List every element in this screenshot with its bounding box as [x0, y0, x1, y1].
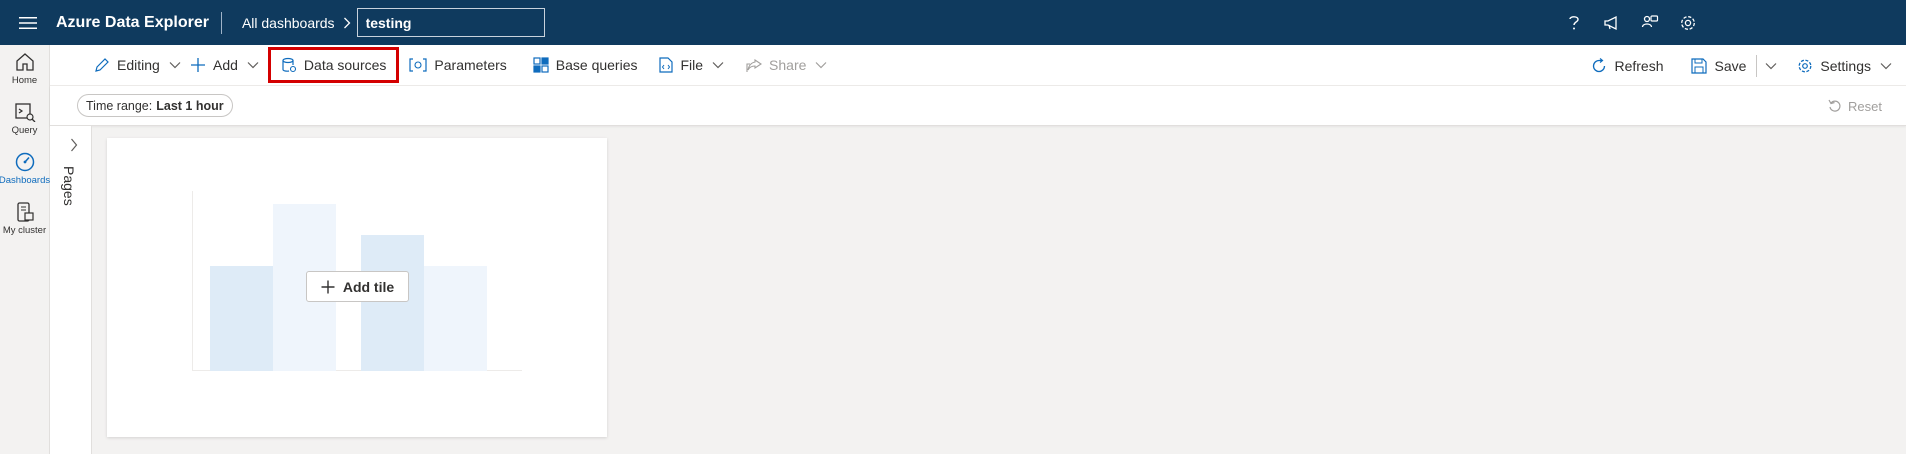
breadcrumb-all-dashboards[interactable]: All dashboards: [242, 15, 335, 31]
base-queries-label: Base queries: [555, 57, 638, 73]
nav-my-cluster-label: My cluster: [2, 225, 47, 236]
settings-label: Settings: [1820, 57, 1871, 74]
home-icon: [14, 52, 36, 72]
nav-home[interactable]: Home: [0, 45, 49, 95]
file-label: File: [680, 57, 704, 73]
nav-query[interactable]: Query: [0, 95, 49, 145]
nav-home-label: Home: [11, 75, 38, 86]
share-icon: [746, 57, 763, 73]
chevron-down-icon: [712, 61, 724, 69]
dashboard-name-input[interactable]: [356, 8, 545, 37]
plus-icon: [321, 280, 335, 294]
add-tile-button[interactable]: Add tile: [306, 271, 409, 302]
nav-query-label: Query: [11, 125, 38, 136]
chevron-right-icon: [343, 17, 351, 29]
dashboard-toolbar: Editing Add Data sources Parameters Base…: [50, 45, 1906, 86]
parameters-icon: [409, 58, 428, 72]
plus-icon: [190, 57, 206, 73]
feedback-icon[interactable]: [1640, 13, 1660, 33]
refresh-label: Refresh: [1614, 57, 1664, 74]
nav-dashboards-label: Dashboards: [0, 175, 51, 186]
placeholder-bar: [210, 266, 273, 371]
share-label: Share: [769, 57, 807, 73]
refresh-icon: [1591, 57, 1607, 74]
save-options-dropdown[interactable]: [1759, 51, 1783, 81]
expand-pages-chevron-icon[interactable]: [70, 138, 78, 152]
placeholder-bar: [361, 235, 424, 371]
undo-icon: [1828, 99, 1842, 113]
app-title: Azure Data Explorer: [56, 11, 222, 34]
query-icon: [14, 102, 36, 122]
file-icon: [659, 57, 674, 73]
add-tile-label: Add tile: [342, 278, 395, 295]
pencil-icon: [94, 57, 110, 73]
reset-button[interactable]: Reset: [1828, 94, 1882, 118]
empty-dashboard-card: Add tile: [107, 138, 607, 437]
parameters-label: Parameters: [434, 57, 507, 73]
nav-dashboards[interactable]: Dashboards: [0, 145, 51, 195]
save-label: Save: [1714, 57, 1747, 74]
placeholder-axis-y: [192, 191, 193, 371]
save-button[interactable]: Save: [1683, 51, 1754, 81]
gear-icon: [1797, 58, 1813, 74]
announcement-icon[interactable]: [1602, 13, 1622, 33]
add-button[interactable]: Add: [182, 50, 267, 80]
data-sources-label: Data sources: [303, 57, 387, 73]
parameters-button[interactable]: Parameters: [401, 50, 514, 80]
file-button[interactable]: File: [651, 50, 732, 80]
dashboards-icon: [14, 152, 36, 172]
share-button[interactable]: Share: [738, 50, 835, 80]
time-range-value: Last 1 hour: [156, 98, 224, 113]
editing-button[interactable]: Editing: [86, 50, 182, 80]
time-range-pill[interactable]: Time range: Last 1 hour: [77, 94, 233, 117]
base-queries-button[interactable]: Base queries: [525, 50, 646, 80]
chevron-down-icon: [169, 61, 181, 69]
settings-icon[interactable]: [1678, 13, 1698, 33]
top-bar: Azure Data Explorer All dashboards: [0, 0, 1906, 45]
toolbar-divider: [1756, 54, 1758, 77]
hamburger-menu-icon[interactable]: [0, 0, 56, 45]
chevron-down-icon: [1880, 62, 1892, 70]
refresh-button[interactable]: Refresh: [1583, 51, 1671, 81]
add-label: Add: [213, 57, 238, 73]
filter-bar: Time range: Last 1 hour Reset: [50, 86, 1906, 126]
my-cluster-icon: [14, 202, 36, 222]
placeholder-bar: [424, 266, 487, 371]
chevron-down-icon: [1765, 62, 1777, 70]
chevron-down-icon: [247, 61, 259, 69]
pages-label[interactable]: Pages: [61, 166, 77, 206]
save-icon: [1691, 57, 1708, 74]
reset-label: Reset: [1848, 98, 1882, 114]
left-nav-rail: Home Query Dashboards My cluster: [0, 45, 50, 454]
nav-my-cluster[interactable]: My cluster: [0, 195, 49, 245]
editing-label: Editing: [117, 57, 160, 73]
settings-button[interactable]: Settings: [1789, 51, 1900, 81]
help-icon[interactable]: [1564, 13, 1584, 33]
data-sources-icon: [281, 57, 297, 73]
pages-panel: Pages: [50, 126, 92, 454]
base-queries-icon: [533, 57, 549, 73]
data-sources-button[interactable]: Data sources: [267, 47, 400, 83]
time-range-label: Time range:: [86, 98, 153, 113]
chevron-down-icon: [815, 61, 827, 69]
